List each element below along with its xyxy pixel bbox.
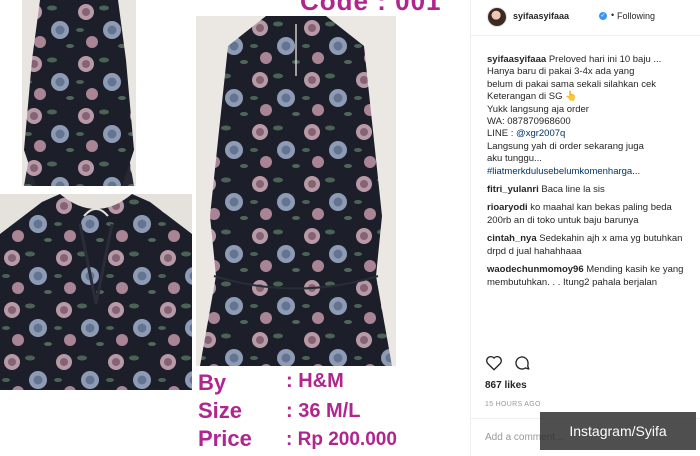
- caption-text: WA: 087870968600: [487, 116, 571, 128]
- product-code: Code : 001: [300, 0, 442, 16]
- comment-item: waodechunmomoy96 Mending kasih ke yang m…: [487, 264, 697, 289]
- caption-text: Keterangan di SG 👆: [487, 91, 577, 103]
- caption-text: Yukk langsung aja order: [487, 103, 589, 115]
- spec-value: : 36 M/L: [286, 400, 361, 422]
- hashtag-link[interactable]: #liatmerkdulusebelumkomenharga...: [487, 166, 697, 178]
- caption-text: belum di pakai sama sekali silahkan cek: [487, 78, 656, 90]
- comment-item: fitri_yulanri Baca line la sis: [487, 184, 697, 196]
- heart-icon[interactable]: [485, 354, 505, 374]
- following-button[interactable]: Following: [617, 11, 655, 21]
- dress-photo-back: [196, 16, 396, 366]
- avatar[interactable]: [487, 7, 507, 27]
- spec-label: Price: [198, 426, 252, 451]
- caption-text: aku tunggu...: [487, 153, 542, 165]
- post-caption: syifaasyifaaa Preloved hari ini 10 baju …: [487, 54, 697, 178]
- post-header: syifaasyifaaa ✓ • Following: [471, 0, 700, 36]
- verified-badge-icon: ✓: [599, 12, 607, 20]
- photo-credit-watermark: Instagram/Syifa: [540, 412, 696, 450]
- caption-text: Langsung yah di order sekarang juga: [487, 140, 644, 152]
- header-username[interactable]: syifaasyifaaa: [513, 11, 569, 21]
- likes-count[interactable]: 867 likes: [485, 380, 527, 391]
- caption-text: Preloved hari ini 10 baju ...: [548, 54, 662, 65]
- spec-label: By: [198, 370, 227, 395]
- header-separator: •: [611, 10, 615, 20]
- spec-label: Size: [198, 398, 243, 423]
- caption-username[interactable]: syifaasyifaaa: [487, 54, 546, 65]
- instagram-post-panel: syifaasyifaaa ✓ • Following syifaasyifaa…: [470, 0, 700, 456]
- comment-item: cintah_nya Sedekahin ajh x ama yg butuhk…: [487, 233, 697, 258]
- dress-photo-front-small: [22, 0, 136, 186]
- dress-photo-closeup: [0, 194, 192, 390]
- comment-text: Baca line la sis: [541, 184, 605, 196]
- spec-value: : Rp 200.000: [286, 429, 397, 450]
- comment-username[interactable]: rioaryodi: [487, 202, 528, 213]
- comment-item: rioaryodi ko maahal kan bekas paling bed…: [487, 202, 697, 227]
- comment-bubble-icon[interactable]: [513, 354, 533, 374]
- product-photo-panel: Code : 001 By: H&M Size: 36 M/L Price …: [0, 0, 470, 456]
- comment-username[interactable]: cintah_nya: [487, 233, 537, 244]
- caption-text: Hanya baru di pakai 3-4x ada yang: [487, 66, 635, 78]
- post-timestamp: 15 HOURS AGO: [485, 401, 541, 408]
- comments-section: syifaasyifaaa Preloved hari ini 10 baju …: [487, 54, 697, 289]
- comment-username[interactable]: fitri_yulanri: [487, 184, 539, 195]
- comment-username[interactable]: waodechunmomoy96: [487, 264, 584, 275]
- line-id-link[interactable]: @xgr2007q: [516, 128, 565, 139]
- spec-value: : H&M: [286, 370, 344, 392]
- caption-text: LINE :: [487, 128, 517, 140]
